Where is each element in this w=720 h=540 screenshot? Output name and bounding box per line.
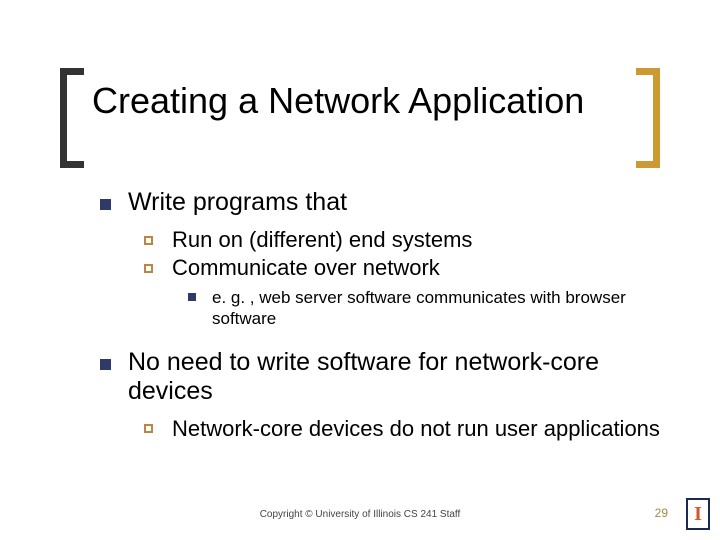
square-bullet-icon [100,359,111,370]
bullet-text: Network-core devices do not run user app… [172,416,660,441]
bullet-level1: Write programs that [100,188,660,217]
bullet-text: No need to write software for network-co… [128,348,599,405]
square-bullet-icon [188,293,196,301]
bullet-text: Communicate over network [172,255,440,280]
bullet-level2: Network-core devices do not run user app… [144,416,660,442]
bullet-level1: No need to write software for network-co… [100,348,660,406]
bullet-level2: Communicate over network [144,255,660,281]
logo-letter: I [694,504,702,524]
footer-copyright: Copyright © University of Illinois CS 24… [0,509,720,520]
bracket-right-icon [636,68,660,168]
open-square-bullet-icon [144,264,153,273]
bullet-level3: e. g. , web server software communicates… [188,287,660,330]
bullet-level2: Run on (different) end systems [144,227,660,253]
slide: Creating a Network Application Write pro… [0,0,720,540]
bullet-level3-group: e. g. , web server software communicates… [188,287,660,330]
open-square-bullet-icon [144,236,153,245]
bracket-left-icon [60,68,84,168]
page-number: 29 [655,506,668,520]
bullet-text: e. g. , web server software communicates… [212,288,626,328]
university-logo-icon: I [686,498,710,530]
slide-title: Creating a Network Application [92,80,628,122]
bullet-level2-group: Run on (different) end systems Communica… [144,227,660,330]
bullet-text: Write programs that [128,188,347,216]
square-bullet-icon [100,199,111,210]
bullet-level2-group: Network-core devices do not run user app… [144,416,660,442]
title-area: Creating a Network Application [60,68,660,148]
slide-body: Write programs that Run on (different) e… [100,188,660,460]
bullet-text: Run on (different) end systems [172,227,472,252]
open-square-bullet-icon [144,424,153,433]
